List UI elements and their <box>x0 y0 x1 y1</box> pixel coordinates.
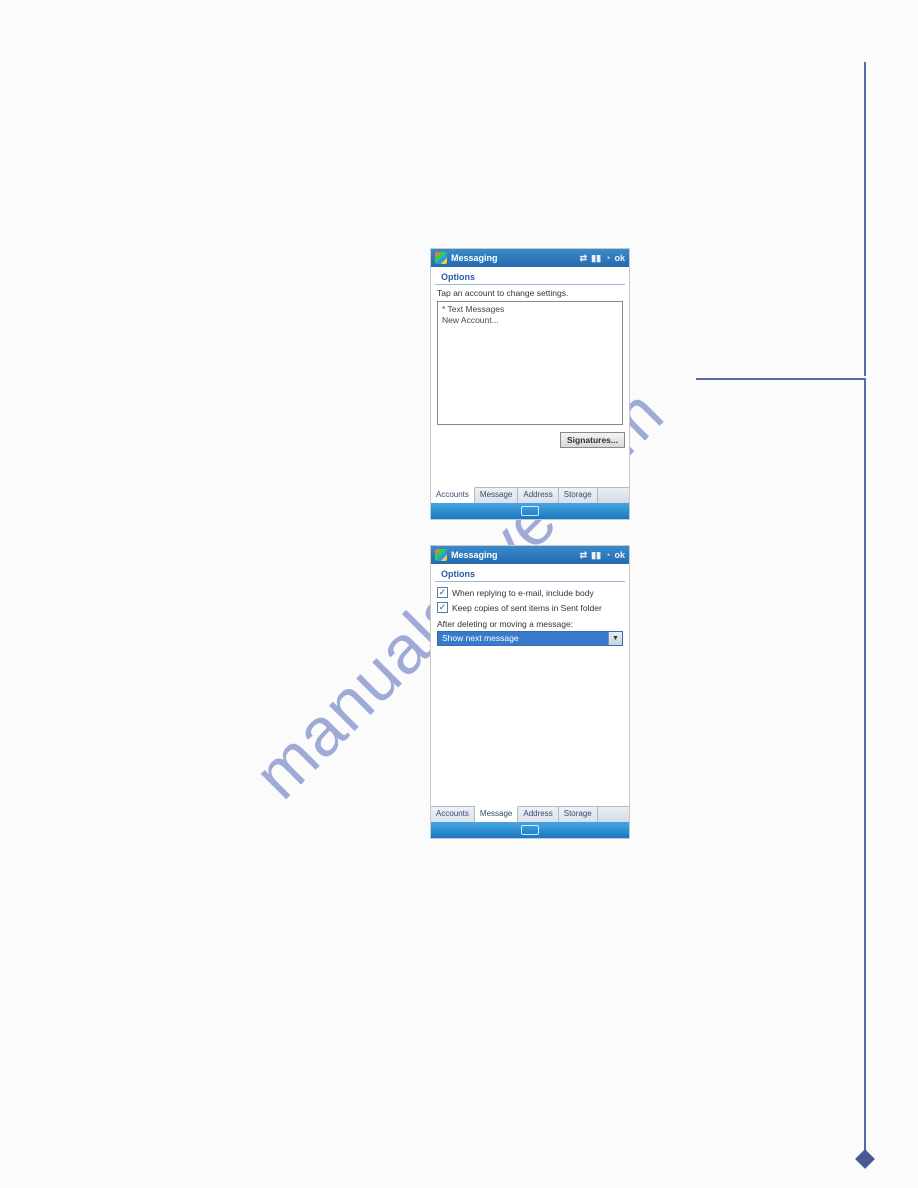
tab-bar: Accounts Message Address Storage <box>431 487 629 503</box>
options-heading: Options <box>435 566 625 582</box>
list-item[interactable]: * Text Messages <box>442 304 618 315</box>
after-delete-label: After deleting or moving a message: <box>437 615 623 631</box>
signatures-button[interactable]: Signatures... <box>560 432 625 448</box>
tab-message[interactable]: Message <box>475 488 518 503</box>
signal-icon: ▮▮ <box>591 253 601 264</box>
list-item[interactable]: New Account... <box>442 315 618 326</box>
options-body: Tap an account to change settings. * Tex… <box>431 285 629 428</box>
after-delete-dropdown[interactable]: Show next message ▼ <box>437 631 623 646</box>
sip-bar <box>431 503 629 519</box>
checkbox-row-include-body[interactable]: ✓ When replying to e-mail, include body <box>437 585 623 600</box>
keyboard-icon[interactable] <box>521 825 539 835</box>
titlebar-status-icons: ⇄ ▮▮ ◔ ok <box>580 253 625 264</box>
tab-storage[interactable]: Storage <box>559 488 598 503</box>
tab-accounts[interactable]: Accounts <box>431 807 475 822</box>
page-diamond-marker <box>855 1149 875 1169</box>
sync-icon: ⇄ <box>580 253 588 264</box>
speaker-icon: ◔ <box>605 550 610 561</box>
window-titlebar: Messaging ⇄ ▮▮ ◔ ok <box>431 249 629 267</box>
signatures-row: Signatures... <box>431 428 629 450</box>
ok-button[interactable]: ok <box>614 253 625 264</box>
start-flag-icon <box>435 252 447 264</box>
checkbox-icon[interactable]: ✓ <box>437 587 448 598</box>
sync-icon: ⇄ <box>580 550 588 561</box>
dropdown-value: Show next message <box>438 632 608 645</box>
window-title: Messaging <box>451 253 580 263</box>
tab-accounts[interactable]: Accounts <box>431 487 475 503</box>
titlebar-status-icons: ⇄ ▮▮ ◔ ok <box>580 550 625 561</box>
signal-icon: ▮▮ <box>591 550 601 561</box>
checkbox-icon[interactable]: ✓ <box>437 602 448 613</box>
screenshot-accounts-options: Messaging ⇄ ▮▮ ◔ ok Options Tap an accou… <box>430 248 630 520</box>
screenshot-message-options: Messaging ⇄ ▮▮ ◔ ok Options ✓ When reply… <box>430 545 630 839</box>
options-heading: Options <box>435 269 625 285</box>
checkbox-label: When replying to e-mail, include body <box>452 588 594 598</box>
tab-address[interactable]: Address <box>518 488 558 503</box>
accounts-listbox[interactable]: * Text Messages New Account... <box>437 301 623 425</box>
side-rule-upper <box>864 62 866 376</box>
speaker-icon: ◔ <box>605 253 610 264</box>
window-titlebar: Messaging ⇄ ▮▮ ◔ ok <box>431 546 629 564</box>
window-title: Messaging <box>451 550 580 560</box>
keyboard-icon[interactable] <box>521 506 539 516</box>
tab-storage[interactable]: Storage <box>559 807 598 822</box>
side-rule-lower <box>864 380 866 1162</box>
instruction-text: Tap an account to change settings. <box>437 288 623 298</box>
sip-bar <box>431 822 629 838</box>
checkbox-row-keep-copies[interactable]: ✓ Keep copies of sent items in Sent fold… <box>437 600 623 615</box>
start-flag-icon <box>435 549 447 561</box>
chevron-down-icon[interactable]: ▼ <box>608 632 622 645</box>
checkbox-label: Keep copies of sent items in Sent folder <box>452 603 602 613</box>
tab-message[interactable]: Message <box>475 806 518 822</box>
side-rule-tick <box>696 378 866 380</box>
tab-bar: Accounts Message Address Storage <box>431 806 629 822</box>
options-body: ✓ When replying to e-mail, include body … <box>431 582 629 649</box>
ok-button[interactable]: ok <box>614 550 625 561</box>
tab-address[interactable]: Address <box>518 807 558 822</box>
